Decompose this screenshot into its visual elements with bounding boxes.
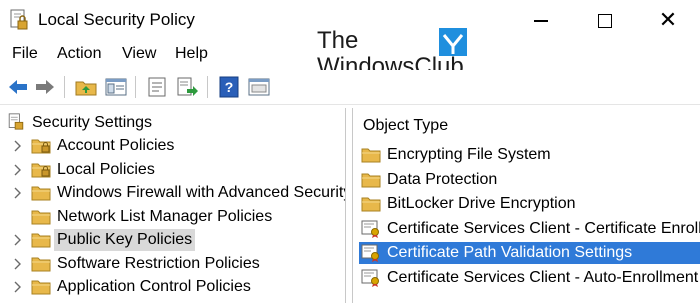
tree-item[interactable]: Windows Firewall with Advanced Security [0,182,345,204]
chevron-right-icon[interactable] [12,187,22,199]
folder-icon [31,210,51,224]
tree-item[interactable]: Application Control Policies [0,276,345,298]
list-item[interactable]: BitLocker Drive Encryption [359,193,700,215]
menu-file[interactable]: File [12,45,38,63]
close-button[interactable]: ✕ [645,0,691,40]
svg-text:?: ? [225,79,234,95]
tree-item-label: Windows Firewall with Advanced Security [57,184,346,201]
locked-folder-icon [31,139,51,154]
menu-view[interactable]: View [122,45,156,63]
column-header-object-type[interactable]: Object Type [363,117,448,135]
tree-root-label: Security Settings [32,114,153,131]
tree-item-label: Software Restriction Policies [57,254,260,272]
tree-root[interactable]: Security Settings [0,112,345,134]
tree-item[interactable]: Public Key Policies [0,229,345,251]
help-icon[interactable]: ? [217,75,241,99]
minimize-button[interactable] [518,0,564,40]
chevron-right-icon[interactable] [12,140,22,152]
tree-pane: Security Settings Account Policies Local … [0,108,346,303]
list-item-label: BitLocker Drive Encryption [387,195,576,212]
tree-item[interactable]: Local Policies [0,159,345,181]
minimize-icon [534,20,548,23]
window-title: Local Security Policy [38,10,195,29]
certificate-icon [361,269,379,287]
tree-item-label: Account Policies [57,137,175,154]
toolbar-divider [0,104,700,105]
folder-icon [361,173,381,187]
forward-arrow-icon[interactable] [33,75,57,99]
toolbar: ? [0,70,700,104]
chevron-right-icon[interactable] [12,234,22,246]
toolbar-separator [207,76,208,98]
menu-help[interactable]: Help [175,45,208,63]
toolbar-separator [64,76,65,98]
properties-icon[interactable] [145,75,169,99]
menu-action[interactable]: Action [57,45,101,63]
locked-folder-icon [31,163,51,177]
certificate-icon [361,220,379,238]
list-item-label: Encrypting File System [387,146,551,163]
list-item-label: Certificate Path Validation Settings [387,244,633,261]
menu-bar: File Action View Help [0,40,700,68]
toolbar-separator [135,76,136,98]
folder-icon [31,280,51,295]
tree-item-label: Application Control Policies [57,278,251,295]
list-item[interactable]: Data Protection [359,169,700,191]
security-settings-icon [8,113,24,130]
up-folder-icon[interactable] [74,75,98,99]
console-icon[interactable] [247,75,271,99]
folder-icon [31,233,51,248]
maximize-icon [598,14,612,29]
security-policy-icon [10,9,28,30]
tree-item-label: Public Key Policies [54,229,196,251]
tree-item[interactable]: Software Restriction Policies [0,253,345,275]
tree-item-label: Network List Manager Policies [57,207,273,225]
folder-icon [361,197,381,212]
show-hide-tree-icon[interactable] [104,75,128,99]
list-item-label: Certificate Services Client - Certificat… [387,219,700,237]
folder-icon [361,148,381,163]
chevron-right-icon[interactable] [12,281,22,293]
folder-icon [31,186,51,201]
folder-icon [31,257,51,271]
list-item[interactable]: Certificate Services Client - Certificat… [359,218,700,240]
chevron-right-icon[interactable] [12,164,22,176]
chevron-right-icon[interactable] [12,258,22,270]
maximize-button[interactable] [582,0,628,40]
list-item[interactable]: Certificate Path Validation Settings [359,242,700,264]
certificate-icon [361,244,379,262]
tree-item[interactable]: Account Policies [0,135,345,157]
export-list-icon[interactable] [175,75,199,99]
details-pane: Object Type Encrypting File System Data P… [352,108,700,303]
list-item-label: Data Protection [387,170,498,188]
list-item[interactable]: Encrypting File System [359,144,700,166]
close-icon: ✕ [658,7,678,32]
list-item[interactable]: Certificate Services Client - Auto-Enrol… [359,267,700,289]
back-arrow-icon[interactable] [6,75,30,99]
tree-item[interactable]: Network List Manager Policies [0,206,345,228]
list-item-label: Certificate Services Client - Auto-Enrol… [387,268,699,286]
tree-item-label: Local Policies [57,160,155,178]
